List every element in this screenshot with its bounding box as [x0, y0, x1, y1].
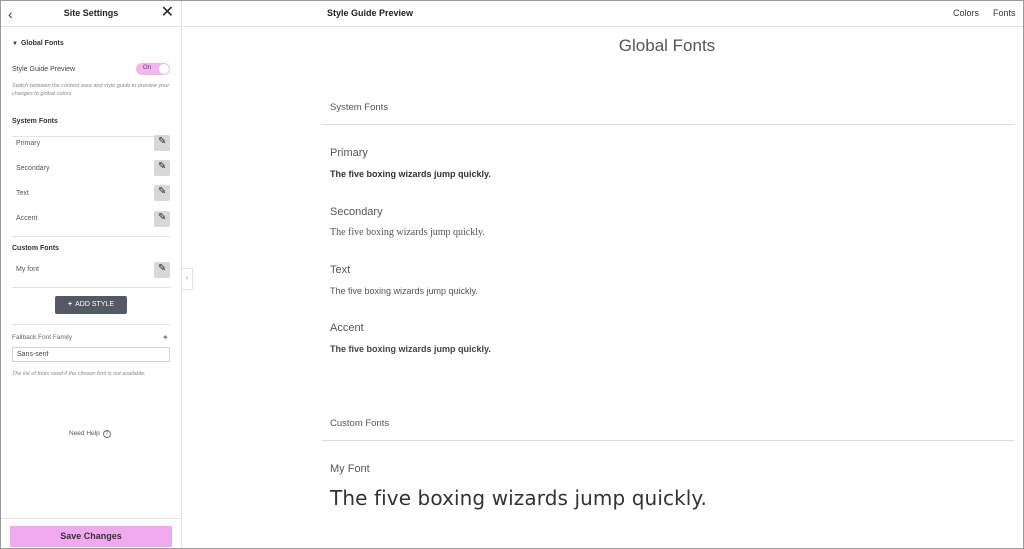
panel-header: ‹ Site Settings ✕ [1, 1, 181, 27]
font-name-secondary: Secondary [330, 206, 383, 218]
divider [322, 440, 1014, 441]
close-icon[interactable]: ✕ [161, 4, 174, 22]
edit-accent-button[interactable]: ✎ [154, 211, 170, 227]
system-font-accent: Accent [16, 215, 38, 222]
custom-font-my-font: My font [16, 266, 39, 273]
plus-icon: + [68, 301, 73, 308]
global-fonts-section[interactable]: ▼ Global Fonts [12, 40, 64, 47]
save-changes-button[interactable]: Save Changes [10, 526, 172, 547]
style-guide-toggle[interactable]: On [136, 63, 170, 75]
divider [322, 124, 1014, 125]
toggle-state: On [143, 65, 152, 71]
footer-divider [1, 518, 182, 519]
font-name-accent: Accent [330, 322, 364, 334]
font-name-text: Text [330, 264, 351, 276]
panel-title: Site Settings [63, 8, 119, 18]
tab-fonts[interactable]: Fonts [993, 8, 1016, 18]
divider [12, 287, 171, 288]
pencil-icon: ✎ [158, 263, 167, 274]
fallback-font-label: Fallback Font Family [12, 334, 72, 341]
system-font-primary: Primary [16, 140, 41, 147]
pencil-icon: ✎ [158, 212, 167, 223]
style-guide-preview-label: Style Guide Preview [12, 66, 76, 73]
font-name-primary: Primary [330, 147, 368, 159]
system-font-secondary: Secondary [16, 165, 50, 172]
need-help-label: Need Help [69, 430, 100, 437]
global-fonts-label: Global Fonts [20, 40, 64, 47]
site-settings-panel: ‹ Site Settings ✕ ▼ Global Fonts Style Gu… [1, 1, 182, 548]
need-help-link[interactable]: Need Help? [69, 430, 111, 438]
system-fonts-title: System Fonts [12, 118, 58, 125]
help-circle-icon: ? [102, 430, 111, 438]
pencil-icon: ✎ [158, 136, 167, 147]
divider [12, 236, 171, 237]
add-style-label: ADD STYLE [75, 301, 114, 308]
system-font-text: Text [16, 190, 29, 197]
sample-primary: The five boxing wizards jump quickly. [330, 169, 491, 179]
global-fonts-heading: Global Fonts [618, 36, 716, 55]
system-fonts-heading: System Fonts [330, 102, 389, 113]
fallback-help: The list of fonts used if the chosen fon… [12, 371, 146, 377]
edit-my-font-button[interactable]: ✎ [154, 262, 170, 278]
caret-down-icon: ▼ [12, 41, 18, 47]
tab-colors[interactable]: Colors [953, 8, 979, 18]
font-name-my-font: My Font [330, 463, 370, 475]
sample-text: The five boxing wizards jump quickly. [330, 286, 478, 296]
pencil-icon: ✎ [158, 161, 167, 172]
custom-fonts-title: Custom Fonts [12, 245, 60, 252]
preview-title: Style Guide Preview [327, 8, 414, 18]
pencil-icon: ✎ [158, 186, 167, 197]
custom-fonts-heading: Custom Fonts [330, 418, 390, 429]
edit-secondary-button[interactable]: ✎ [154, 160, 170, 176]
preview-topbar: Style Guide Preview Colors Fonts [183, 1, 1023, 27]
edit-text-button[interactable]: ✎ [154, 185, 170, 201]
globe-icon[interactable]: ✦ [162, 333, 169, 342]
style-guide-help: Switch between the content area and styl… [12, 83, 170, 97]
sample-secondary: The five boxing wizards jump quickly. [330, 227, 485, 238]
divider [12, 324, 171, 325]
add-style-button[interactable]: + ADD STYLE [55, 296, 127, 314]
collapse-panel-handle[interactable]: ‹ [182, 268, 193, 290]
toggle-knob [159, 64, 169, 74]
fallback-font-input[interactable] [12, 347, 170, 362]
sample-accent: The five boxing wizards jump quickly. [330, 344, 491, 354]
divider [12, 136, 171, 137]
edit-primary-button[interactable]: ✎ [154, 135, 170, 151]
sample-my-font: The five boxing wizards jump quickly. [330, 486, 707, 510]
